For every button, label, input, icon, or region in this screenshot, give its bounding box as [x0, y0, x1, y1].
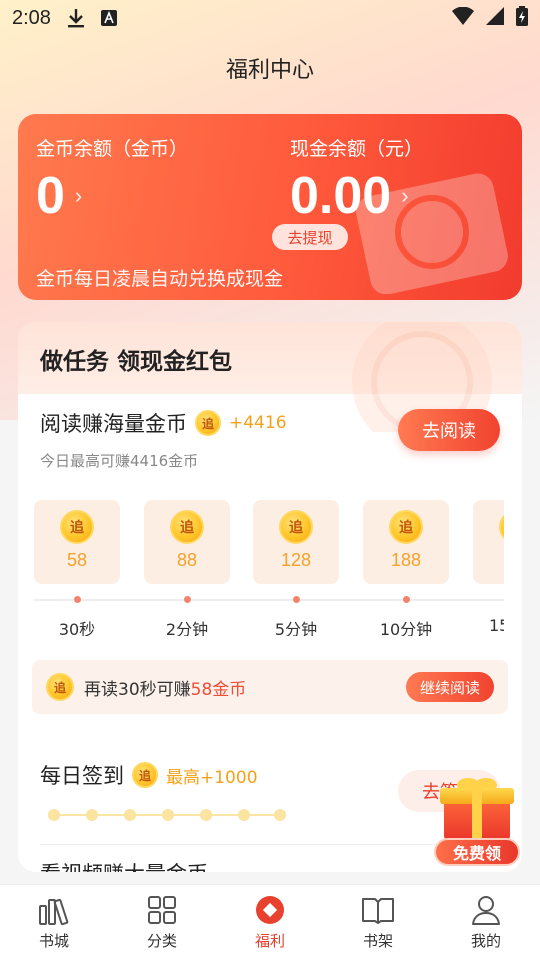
milestone-dot	[184, 596, 191, 603]
milestone-coins: 188	[390, 550, 422, 570]
coin-icon: 追	[60, 510, 94, 544]
milestone-tile[interactable]: 追 188	[363, 500, 449, 584]
open-book-icon	[362, 898, 394, 924]
balance-card: 金币余额（金币） 0 › 现金余额（元） 0.00 › 金币每日凌晨自动兑换成现…	[18, 114, 522, 300]
nav-label: 福利	[254, 932, 285, 950]
chevron-right-icon: ›	[401, 183, 409, 208]
milestone-coins: 58	[66, 550, 88, 570]
milestone-time: 30秒	[58, 620, 96, 636]
status-time: 2:08	[12, 6, 51, 29]
chevron-right-icon: ›	[74, 183, 83, 208]
checkin-reward: 最高+1000	[166, 767, 258, 788]
milestone-tile[interactable]: 追 128	[253, 500, 339, 584]
status-bar: 2:08	[0, 0, 540, 36]
wifi-icon	[452, 6, 474, 30]
coin-balance-value: 0	[36, 167, 65, 225]
books-icon	[39, 898, 69, 926]
coin-icon: 追	[499, 510, 504, 544]
coin-icon: 追	[389, 510, 423, 544]
grid-icon	[148, 896, 176, 924]
gift-ribbon	[472, 788, 482, 840]
exchange-note: 金币每日凌晨自动兑换成现金	[36, 268, 284, 290]
nav-label: 分类	[146, 932, 177, 950]
checkin-day-dot	[124, 809, 136, 821]
milestone-time: 15	[489, 616, 504, 635]
nav-item-mine[interactable]: 我的	[432, 885, 540, 960]
reading-hint-bar: 追 再读30秒可赚58金币 继续阅读	[32, 660, 508, 714]
cash-balance-value: 0.00	[290, 167, 392, 225]
hint-highlight: 58金币	[190, 679, 247, 700]
go-read-button[interactable]: 去阅读	[398, 409, 500, 451]
task-card-header: 做任务 领现金红包	[18, 322, 522, 432]
milestone-track	[34, 599, 504, 601]
continue-reading-button[interactable]: 继续阅读	[405, 672, 494, 702]
coin-icon: 追	[195, 410, 221, 436]
person-icon	[472, 896, 500, 925]
milestone-coins: 88	[176, 550, 198, 570]
nav-label: 我的	[470, 932, 501, 950]
divider	[40, 844, 500, 845]
coin-balance-label: 金币余额（金币）	[36, 138, 189, 160]
free-gift-floating-button[interactable]: 免费领	[434, 776, 524, 868]
font-icon	[100, 10, 117, 26]
page-title: 福利中心	[225, 58, 314, 83]
milestone-coins: 128	[280, 550, 312, 570]
milestone-time: 2分钟	[165, 620, 209, 636]
checkin-day-dot	[86, 809, 98, 821]
checkin-day-dot	[162, 809, 174, 821]
coin-icon: 追	[170, 510, 204, 544]
milestone-dot	[74, 596, 81, 603]
read-task-reward: +4416	[229, 413, 287, 433]
milestone-tile[interactable]: 追 88	[144, 500, 230, 584]
read-task-title-row: 阅读赚海量金币 追 +4416	[40, 408, 287, 438]
free-gift-label: 免费领	[434, 838, 520, 866]
checkin-progress	[48, 808, 288, 822]
coin-balance[interactable]: 0 ›	[36, 166, 82, 226]
milestone-dot	[403, 596, 410, 603]
cash-balance[interactable]: 0.00 ›	[290, 166, 409, 226]
coin-icon: 追	[46, 673, 74, 701]
checkin-day-dot	[274, 809, 286, 821]
cash-balance-label: 现金余额（元）	[290, 138, 424, 160]
milestone-tile[interactable]: 追 58	[34, 500, 120, 584]
hint-prefix: 再读30秒可赚	[84, 679, 191, 700]
signal-icon	[486, 6, 504, 30]
checkin-title: 每日签到	[40, 764, 124, 788]
nav-label: 书城	[38, 932, 69, 950]
nav-item-bookstore[interactable]: 书城	[0, 885, 108, 960]
battery-icon	[516, 5, 528, 31]
welfare-icon	[256, 896, 284, 924]
checkin-day-dot	[200, 809, 212, 821]
checkin-day-dot	[48, 809, 60, 821]
milestone-dot	[293, 596, 300, 603]
checkin-day-dot	[238, 809, 250, 821]
task-card-title: 做任务 领现金红包	[40, 349, 233, 375]
reading-hint-text: 再读30秒可赚58金币	[84, 675, 246, 700]
bottom-nav: 书城 分类 福利 书架 我的	[0, 884, 540, 960]
read-task-subtitle: 今日最高可赚4416金币	[40, 452, 199, 470]
milestone-time: 5分钟	[274, 620, 318, 636]
reading-milestones: 追 58 30秒 追 88 2分钟 追 128 5分钟 追 188 10分钟 追…	[34, 500, 504, 636]
milestone-tile[interactable]: 追 2	[473, 500, 504, 584]
read-task-title: 阅读赚海量金币	[40, 412, 187, 436]
checkin-title-row: 每日签到 追 最高+1000	[40, 760, 258, 790]
coin-icon: 追	[132, 762, 158, 788]
nav-item-welfare[interactable]: 福利	[216, 885, 324, 960]
nav-label: 书架	[362, 932, 393, 950]
video-task-title: 看视频赚大量金币	[40, 858, 208, 872]
milestone-time: 10分钟	[379, 620, 433, 636]
video-task-title-row: 看视频赚大量金币	[40, 858, 208, 872]
coin-icon: 追	[279, 510, 313, 544]
download-icon	[67, 8, 85, 28]
nav-item-category[interactable]: 分类	[108, 885, 216, 960]
nav-item-bookshelf[interactable]: 书架	[324, 885, 432, 960]
withdraw-button[interactable]: 去提现	[272, 224, 348, 250]
